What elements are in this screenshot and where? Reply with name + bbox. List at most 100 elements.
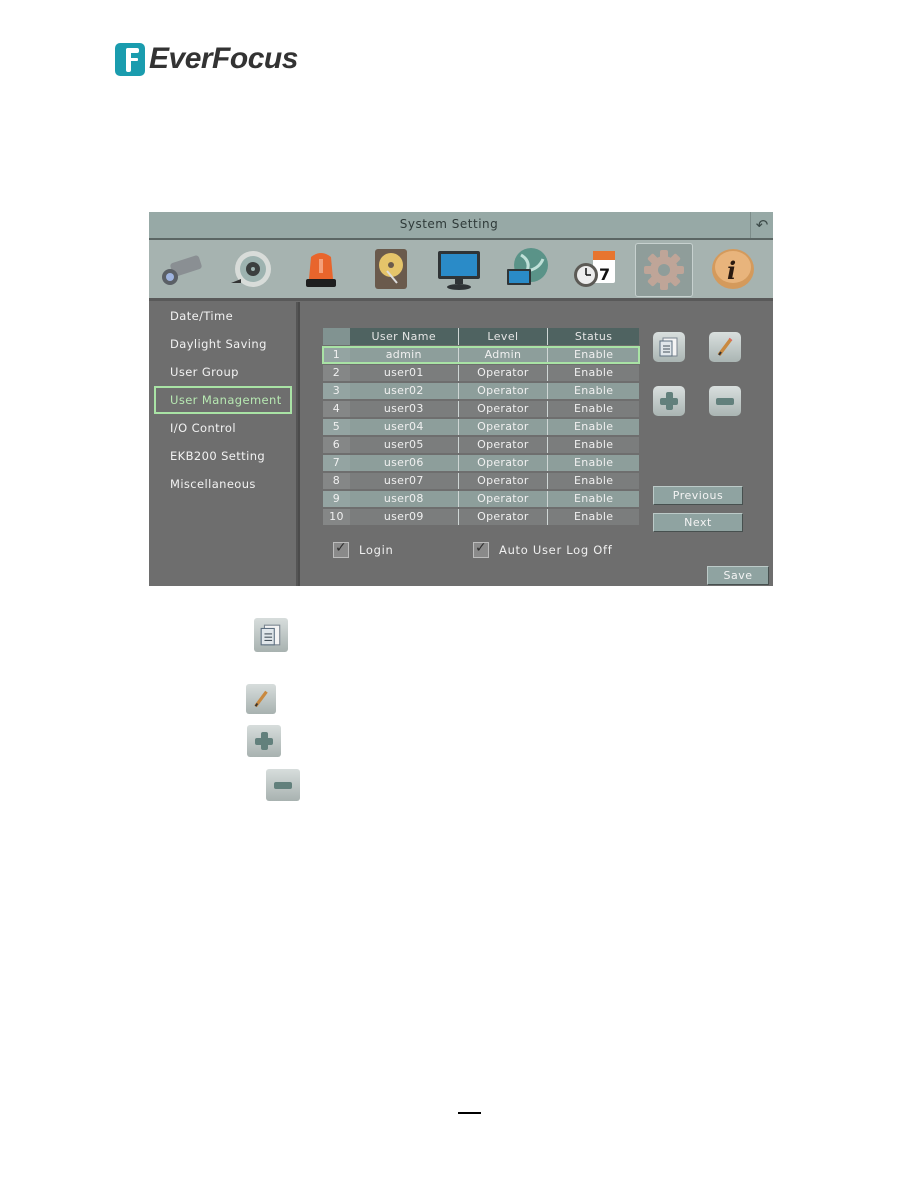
plus-add-icon xyxy=(660,392,678,410)
row-number: 4 xyxy=(323,401,350,417)
pencil-edit-icon xyxy=(717,337,733,357)
edit-user-button[interactable] xyxy=(709,332,741,362)
status-cell: Enable xyxy=(574,348,614,361)
row-number: 10 xyxy=(323,509,350,525)
brand-name: EverFocus xyxy=(149,42,298,75)
table-row[interactable]: 10 user09 Operator Enable xyxy=(323,509,639,525)
row-number: 1 xyxy=(323,347,350,363)
level-cell: Operator xyxy=(459,437,549,453)
row-number: 2 xyxy=(323,365,350,381)
menu-item-io-control[interactable]: I/O Control xyxy=(154,416,292,440)
minus-delete-icon xyxy=(266,769,300,801)
level-cell: Operator xyxy=(459,509,549,525)
row-number: 6 xyxy=(323,437,350,453)
pencil-edit-icon xyxy=(246,684,276,714)
user-name-cell: user07 xyxy=(350,473,459,489)
title-bar: System Setting ↶ xyxy=(149,212,773,240)
everfocus-logo: EverFocus xyxy=(115,42,298,76)
row-number: 7 xyxy=(323,455,350,471)
menu-item-ekb200-setting[interactable]: EKB200 Setting xyxy=(154,444,292,468)
user-table: User Name Level Status 1 admin Admin Enable… xyxy=(322,328,640,525)
table-row[interactable]: 6 user05 Operator Enable xyxy=(323,437,639,453)
add-user-button[interactable] xyxy=(653,386,685,416)
save-button[interactable]: Save xyxy=(707,566,769,585)
login-option[interactable]: Login xyxy=(333,540,394,558)
user-name-cell: user08 xyxy=(350,491,459,507)
table-row[interactable]: 4 user03 Operator Enable xyxy=(323,401,639,417)
level-cell: Operator xyxy=(459,419,549,435)
alarm-light-icon[interactable] xyxy=(293,243,349,295)
user-name-cell: user06 xyxy=(350,455,459,471)
delete-user-button[interactable] xyxy=(709,386,741,416)
settings-menu: Date/Time Daylight Saving User Group Use… xyxy=(152,302,298,586)
header-status: Status xyxy=(574,330,613,343)
table-row[interactable]: 5 user04 Operator Enable xyxy=(323,419,639,435)
level-cell: Operator xyxy=(459,383,549,399)
table-row[interactable]: 1 admin Admin Enable xyxy=(322,346,640,364)
user-name-cell: admin xyxy=(350,347,459,363)
user-name-cell: user01 xyxy=(350,365,459,381)
status-cell: Enable xyxy=(574,438,614,451)
level-cell: Admin xyxy=(459,347,549,363)
table-header: User Name Level Status xyxy=(323,328,639,345)
status-cell: Enable xyxy=(574,510,614,523)
level-cell: Operator xyxy=(459,365,549,381)
schedule-clock-calendar-icon[interactable]: 7 xyxy=(567,243,623,295)
menu-item-daylight-saving[interactable]: Daylight Saving xyxy=(154,332,292,356)
user-name-cell: user09 xyxy=(350,509,459,525)
svg-text:7: 7 xyxy=(599,265,610,284)
plus-add-icon xyxy=(247,725,281,757)
level-cell: Operator xyxy=(459,401,549,417)
status-cell: Enable xyxy=(574,474,614,487)
level-cell: Operator xyxy=(459,473,549,489)
table-row[interactable]: 2 user01 Operator Enable xyxy=(323,365,639,381)
record-reel-icon[interactable] xyxy=(223,243,279,295)
header-user-name: User Name xyxy=(350,328,459,345)
previous-button[interactable]: Previous xyxy=(653,486,743,505)
auto-logoff-label: Auto User Log Off xyxy=(499,543,613,557)
level-cell: Operator xyxy=(459,491,549,507)
everfocus-logo-icon xyxy=(115,42,145,76)
user-name-cell: user02 xyxy=(350,383,459,399)
row-number: 5 xyxy=(323,419,350,435)
user-detail-button[interactable] xyxy=(653,332,685,362)
status-cell: Enable xyxy=(574,420,614,433)
back-arrow-icon[interactable]: ↶ xyxy=(750,212,773,238)
menu-item-miscellaneous[interactable]: Miscellaneous xyxy=(154,472,292,496)
system-gear-icon[interactable] xyxy=(635,243,693,297)
auto-logoff-checkbox[interactable] xyxy=(473,540,489,558)
user-name-cell: user04 xyxy=(350,419,459,435)
login-label: Login xyxy=(359,543,394,557)
auto-logoff-option[interactable]: Auto User Log Off xyxy=(473,540,613,558)
svg-text:i: i xyxy=(727,256,736,285)
hard-disk-icon[interactable] xyxy=(363,243,419,295)
user-detail-icon xyxy=(254,618,288,652)
menu-item-user-management[interactable]: User Management xyxy=(154,386,292,414)
system-setting-window: System Setting ↶ 7 i Date/Time Daylight … xyxy=(149,212,773,586)
next-button[interactable]: Next xyxy=(653,513,743,532)
status-cell: Enable xyxy=(574,402,614,415)
table-row[interactable]: 9 user08 Operator Enable xyxy=(323,491,639,507)
minus-delete-icon xyxy=(716,398,734,405)
table-row[interactable]: 3 user02 Operator Enable xyxy=(323,383,639,399)
window-title: System Setting xyxy=(399,217,499,231)
monitor-icon[interactable] xyxy=(431,243,487,295)
panel-divider xyxy=(298,302,300,586)
row-number: 9 xyxy=(323,491,350,507)
page-number-underline xyxy=(458,1112,481,1114)
table-row[interactable]: 8 user07 Operator Enable xyxy=(323,473,639,489)
header-number xyxy=(323,328,350,345)
network-globe-icon[interactable] xyxy=(499,243,555,295)
menu-item-user-group[interactable]: User Group xyxy=(154,360,292,384)
menu-item-date-time[interactable]: Date/Time xyxy=(154,304,292,328)
status-cell: Enable xyxy=(574,384,614,397)
row-number: 8 xyxy=(323,473,350,489)
login-checkbox[interactable] xyxy=(333,540,349,558)
camera-icon[interactable] xyxy=(153,243,209,295)
header-level: Level xyxy=(459,328,549,345)
status-cell: Enable xyxy=(574,366,614,379)
info-icon[interactable]: i xyxy=(705,243,761,295)
status-cell: Enable xyxy=(574,456,614,469)
table-row[interactable]: 7 user06 Operator Enable xyxy=(323,455,639,471)
status-cell: Enable xyxy=(574,492,614,505)
